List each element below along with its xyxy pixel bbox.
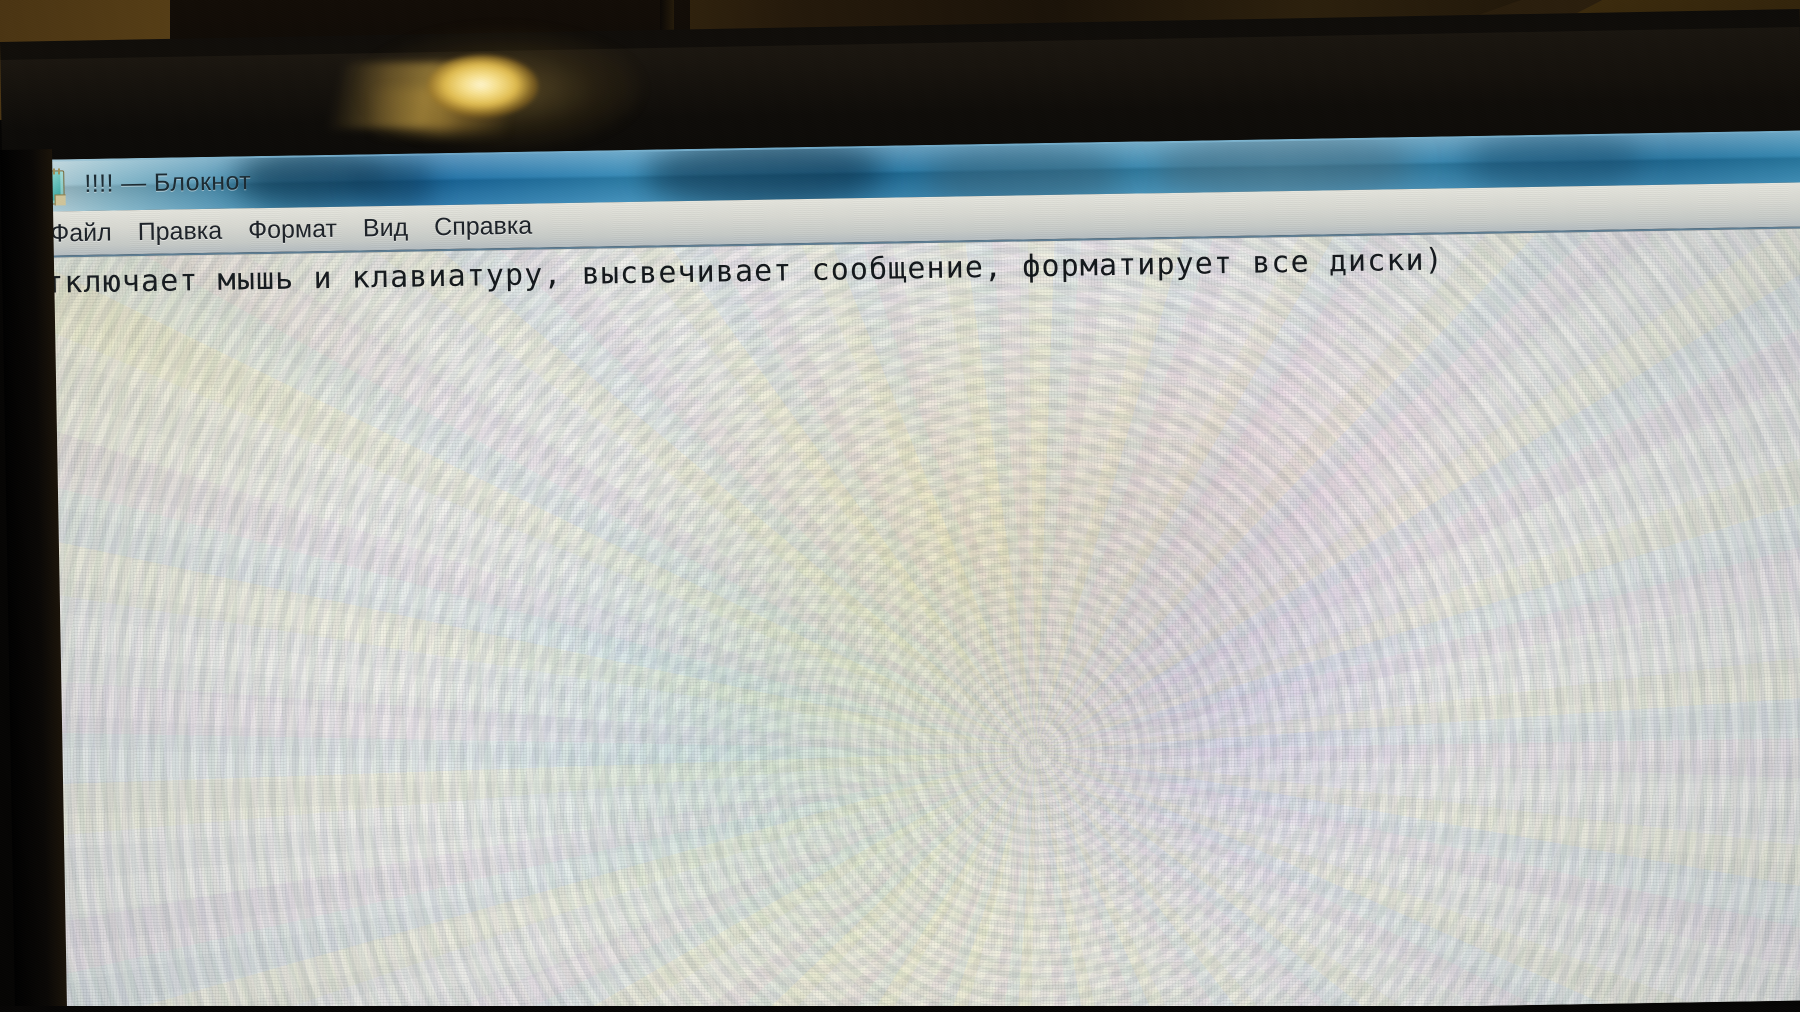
menu-item-edit[interactable]: Правка — [124, 216, 235, 247]
moire-pattern-4 — [25, 228, 1800, 1012]
chromatic-interference-2 — [25, 228, 1800, 1012]
notepad-text-area[interactable]: отключает мышь и клавиатуру, высвечивает… — [25, 228, 1800, 1012]
window-title: !!!! — Блокнот — [84, 167, 252, 198]
laptop-screen: !!!! — Блокнот Файл Правка Формат Вид Сп… — [24, 130, 1800, 1012]
photo-vignette — [25, 228, 1800, 1012]
lcd-scanline-horizontal — [25, 228, 1800, 1012]
menu-item-view[interactable]: Вид — [350, 213, 422, 243]
menu-item-format[interactable]: Формат — [235, 214, 350, 245]
lcd-scanline-vertical — [25, 228, 1800, 1012]
moire-pattern-1 — [25, 228, 1800, 1012]
chromatic-interference-1 — [25, 228, 1800, 1012]
lamp-reflection-core — [428, 55, 538, 117]
moire-pattern-2 — [25, 228, 1800, 1012]
photo-canvas: BRIGHT CAM !!!! — Блокнот Файл Правка Фо… — [0, 0, 1800, 1012]
moire-pattern-3 — [25, 228, 1800, 1012]
notepad-window: !!!! — Блокнот Файл Правка Формат Вид Сп… — [24, 130, 1800, 1012]
menu-item-help[interactable]: Справка — [421, 211, 546, 242]
screen-bezel-bottom — [0, 1006, 1800, 1012]
